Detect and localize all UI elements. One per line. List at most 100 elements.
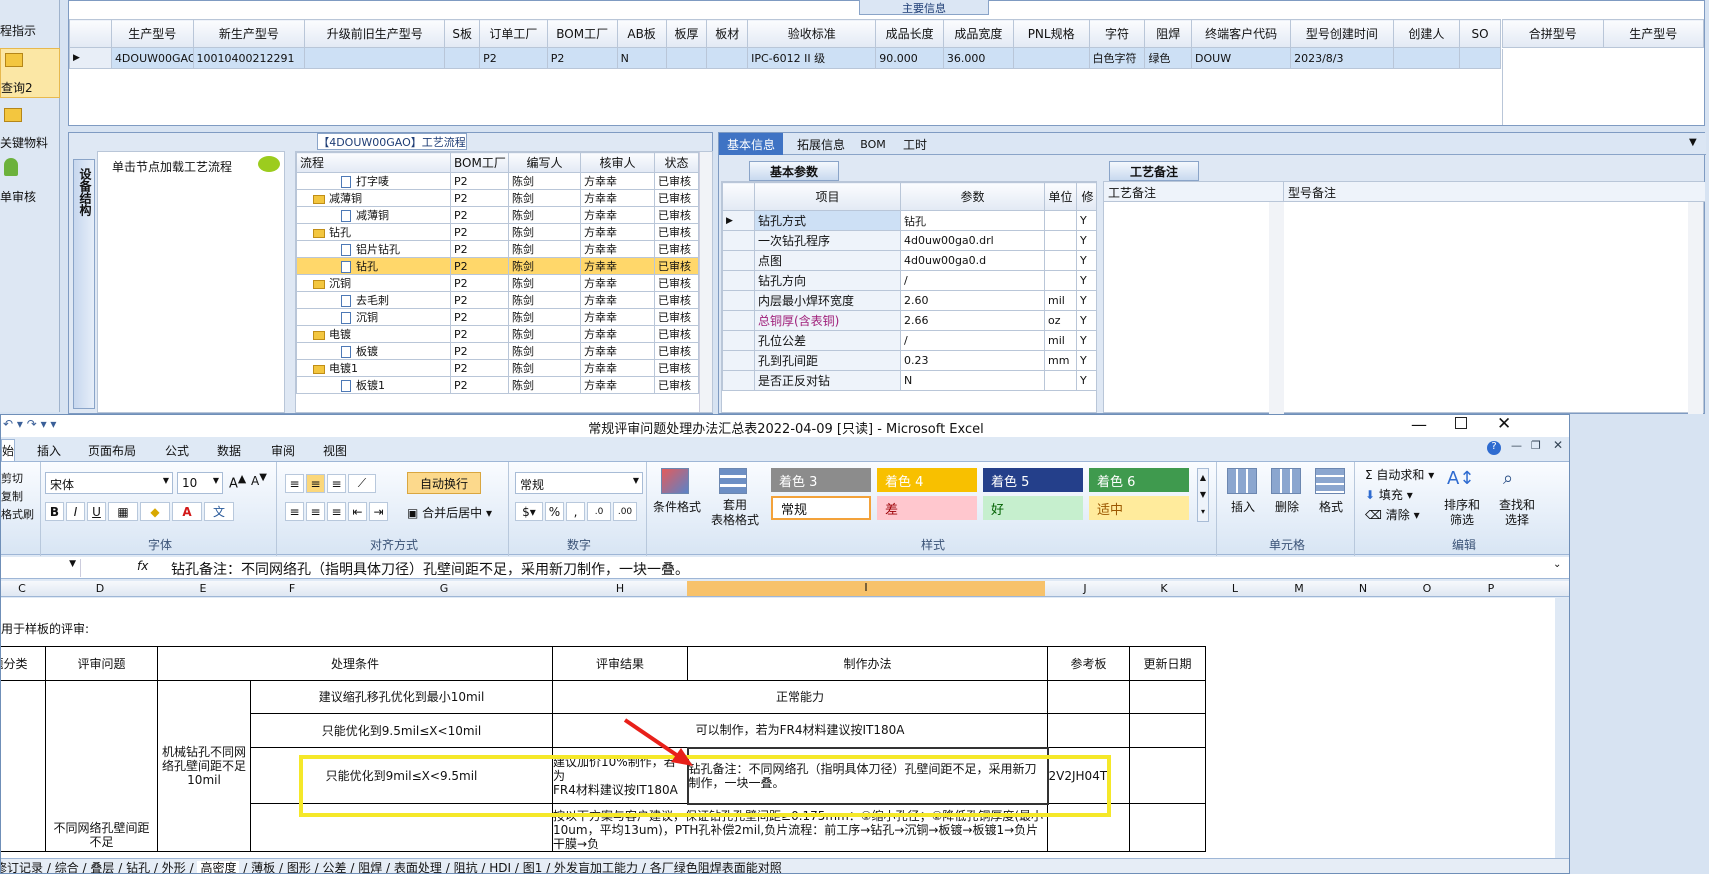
cell[interactable]: 已审核 [654, 342, 699, 360]
increase-decimal-icon[interactable]: .0 [587, 502, 611, 521]
cell[interactable] [444, 47, 481, 69]
table-header[interactable]: 更新日期 [1129, 646, 1207, 681]
flow-node[interactable]: 沉铜 [296, 274, 451, 292]
cell[interactable] [1129, 680, 1207, 714]
flow-node[interactable]: 电镀1 [296, 359, 451, 377]
sheet-tab[interactable]: 钻孔 [126, 861, 150, 873]
col-header[interactable]: 板材 [706, 19, 749, 48]
col-header[interactable]: N [1331, 582, 1395, 595]
col-header[interactable]: BOM工厂 [546, 19, 618, 48]
sidebar-item-review[interactable]: 单审核 [0, 188, 36, 205]
tab-page-layout[interactable]: 页面布局 [79, 439, 145, 461]
insert-cells-button[interactable]: 插入 [1225, 498, 1261, 515]
table-header[interactable]: 制作办法 [687, 646, 1049, 681]
param-param[interactable]: N [900, 370, 1045, 391]
cell[interactable]: 已审核 [654, 240, 699, 258]
cell[interactable]: 陈剑 [508, 223, 581, 241]
sidebar-item-process-guide[interactable]: 程指示 [0, 22, 36, 39]
param-row[interactable]: 一次钻孔程序 4d0uw00ga0.drl Y [722, 230, 1096, 251]
flow-row[interactable]: 沉铜 P2 陈剑 方幸幸 已审核 [296, 274, 699, 292]
decrease-decimal-icon[interactable]: .00 [613, 502, 637, 521]
cell[interactable]: 已审核 [654, 308, 699, 326]
cell[interactable] [1129, 747, 1207, 804]
cell[interactable] [665, 47, 708, 69]
cell[interactable]: 白色字符 [1088, 47, 1146, 69]
cell[interactable]: 方幸幸 [580, 257, 655, 275]
sheet-tab[interactable]: 综合 [55, 861, 79, 873]
cell[interactable]: 90.000 [875, 47, 944, 69]
cell[interactable]: IPC-6012 II 级 [747, 47, 877, 69]
tab-view[interactable]: 视图 [315, 439, 355, 461]
style-good[interactable]: 好 [983, 496, 1083, 520]
col-header[interactable]: E [157, 582, 249, 595]
help-icon[interactable]: ? [1487, 441, 1501, 455]
cell[interactable]: 已审核 [654, 189, 699, 207]
col-header[interactable]: 字符 [1088, 19, 1146, 48]
cell[interactable]: 方幸幸 [580, 223, 655, 241]
cell[interactable]: 已审核 [654, 223, 699, 241]
cell[interactable] [1, 680, 46, 852]
cell[interactable]: P2 [450, 308, 509, 326]
delete-cells-button[interactable]: 删除 [1269, 498, 1305, 515]
col-header[interactable]: 编写人 [508, 152, 581, 173]
cell[interactable] [1129, 803, 1207, 852]
flow-node[interactable]: 打字唛 [296, 172, 451, 190]
cell[interactable]: 已审核 [654, 206, 699, 224]
style-accent3[interactable]: 着色 3 [771, 468, 871, 492]
style-normal[interactable]: 常规 [771, 496, 871, 520]
flow-row[interactable]: 打字唛 P2 陈剑 方幸幸 已审核 [296, 172, 699, 190]
conditional-format-button[interactable]: 条件格式 [653, 498, 701, 515]
fill-color-icon[interactable]: ◆ [140, 502, 170, 521]
comma-icon[interactable]: , [566, 502, 585, 521]
align-bottom-icon[interactable]: ≡ [327, 474, 346, 493]
font-size-select[interactable]: 10 ▼ [177, 472, 223, 494]
col-header[interactable]: 成品宽度 [942, 19, 1014, 48]
sheet-tab[interactable]: 阻焊 [358, 861, 382, 873]
flow-row[interactable]: 板镀1 P2 陈剑 方幸幸 已审核 [296, 376, 699, 394]
cell[interactable]: P2 [450, 240, 509, 258]
cell[interactable]: 陈剑 [508, 240, 581, 258]
cell[interactable]: P2 [479, 47, 548, 69]
scrollbar[interactable] [1688, 202, 1703, 414]
flow-node[interactable]: 钻孔 [296, 223, 451, 241]
fill-button[interactable]: ⬇ 填充 ▾ [1365, 486, 1413, 503]
flow-row[interactable]: 减薄铜 P2 陈剑 方幸幸 已审核 [296, 206, 699, 224]
ribbon-close-icon[interactable]: ✕ [1553, 438, 1563, 452]
cut-button[interactable]: 剪切 [1, 470, 23, 486]
cell[interactable] [706, 47, 749, 69]
align-top-icon[interactable]: ≡ [285, 474, 304, 493]
chat-icon[interactable] [258, 156, 280, 172]
ribbon-min-icon[interactable]: — [1511, 439, 1522, 452]
cell[interactable]: 陈剑 [508, 257, 581, 275]
cell[interactable]: 方幸幸 [580, 274, 655, 292]
table-header[interactable]: 参考板 [1047, 646, 1131, 681]
align-center-icon[interactable]: ≡ [306, 502, 325, 521]
col-header-selected[interactable]: I [687, 581, 1045, 596]
sheet-tab[interactable]: 表面处理 [394, 861, 442, 873]
flow-node[interactable]: 铝片钻孔 [296, 240, 451, 258]
cell[interactable]: 陈剑 [508, 325, 581, 343]
sheet-tab[interactable]: 图1 [523, 861, 543, 873]
sheet-tab[interactable]: 外形 [162, 861, 186, 873]
format-cells-button[interactable]: 格式 [1313, 498, 1349, 515]
copy-button[interactable]: 复制 [1, 488, 23, 504]
sheet-tab[interactable]: 薄板 [251, 861, 275, 873]
autosum-button[interactable]: Σ 自动求和 ▾ [1365, 466, 1434, 483]
col-header[interactable]: 参数 [900, 182, 1045, 211]
cell[interactable]: 陈剑 [508, 342, 581, 360]
sort-filter-button[interactable]: 排序和 筛选 [1437, 498, 1487, 528]
flow-node[interactable]: 去毛刺 [296, 291, 451, 309]
cell[interactable]: 已审核 [654, 291, 699, 309]
cell[interactable]: 方幸幸 [580, 240, 655, 258]
wrap-text-button[interactable]: 自动换行 [407, 472, 481, 494]
tab-home[interactable]: 始 [1, 439, 15, 461]
col-header[interactable]: SO [1459, 19, 1501, 48]
col-header[interactable]: PNL规格 [1012, 19, 1090, 48]
col-header[interactable]: 型号创建时间 [1290, 19, 1394, 48]
flow-row[interactable]: 铝片钻孔 P2 陈剑 方幸幸 已审核 [296, 240, 699, 258]
sheet-tab[interactable]: 图形 [287, 861, 311, 873]
param-row[interactable]: 是否正反对钻 N Y [722, 370, 1096, 391]
cell[interactable]: 方幸幸 [580, 172, 655, 190]
col-header[interactable]: L [1203, 582, 1267, 595]
cell[interactable]: 建议缩孔移孔优化到最小10mil [249, 680, 554, 714]
